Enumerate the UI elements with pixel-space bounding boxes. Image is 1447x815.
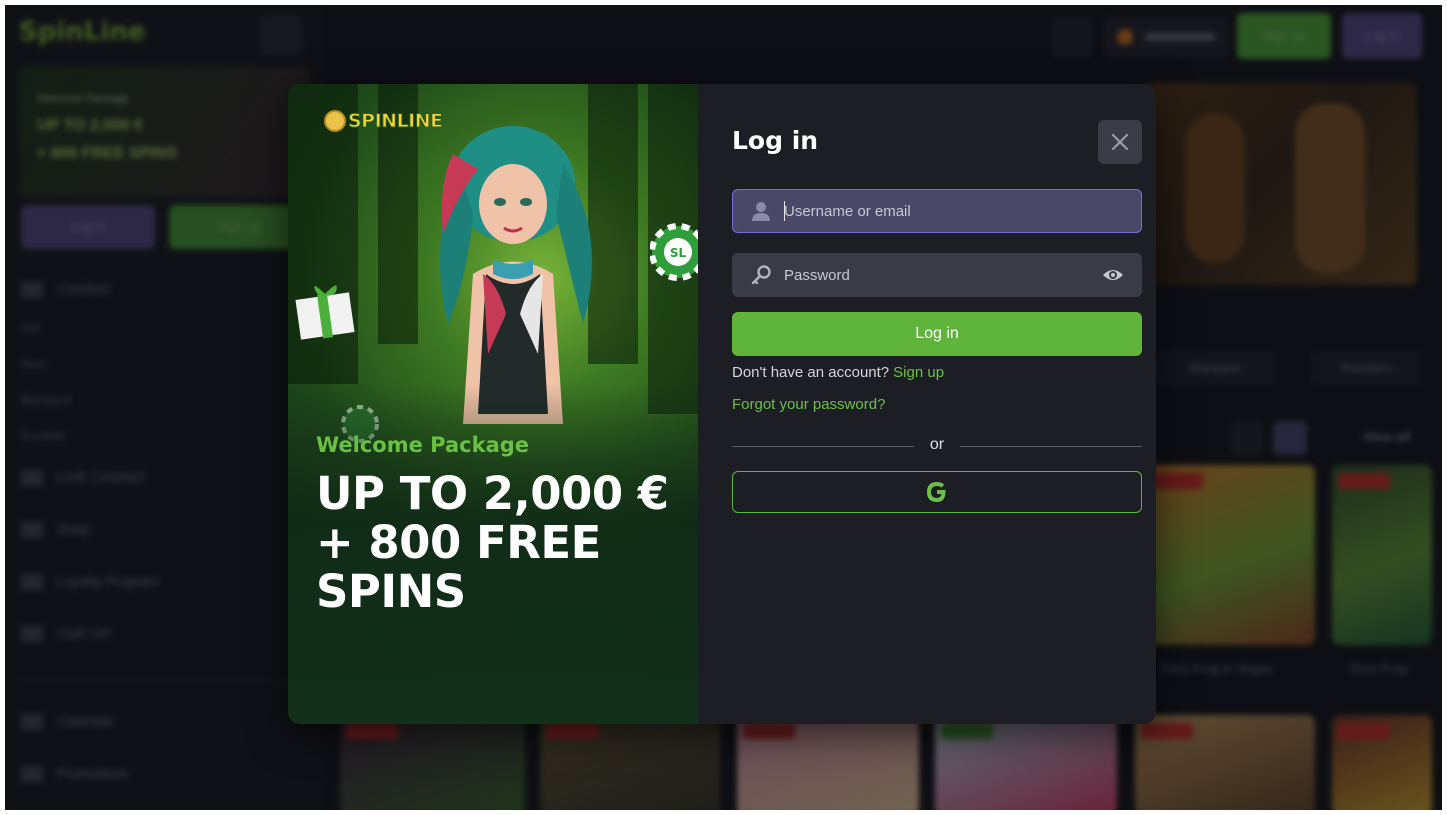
- key-icon: [751, 265, 771, 285]
- divider-label: or: [929, 436, 945, 453]
- modal-title: Log in: [732, 126, 819, 155]
- spinline-logo: SPINLINE: [324, 110, 444, 133]
- google-g-icon: [927, 482, 946, 502]
- signup-link[interactable]: Sign up: [893, 364, 944, 381]
- signup-prompt: Don't have an account? Sign up: [732, 364, 944, 381]
- promo-subtitle: Welcome Package: [316, 433, 530, 457]
- app-frame: SpinLine Welcome Package UP TO 2,000 € +…: [5, 5, 1442, 810]
- divider-line: [732, 446, 914, 447]
- login-submit-button[interactable]: Log in: [732, 312, 1142, 356]
- no-account-text: Don't have an account?: [732, 364, 890, 381]
- svg-text:SL: SL: [670, 246, 687, 260]
- casino-chip-icon: SL: [650, 223, 698, 281]
- promo-panel: SL SPINLINE Welcome Package UP TO 2,000 …: [288, 84, 698, 724]
- show-password-icon[interactable]: [1102, 266, 1124, 284]
- login-modal: SL SPINLINE Welcome Package UP TO 2,000 …: [288, 84, 1156, 724]
- promo-headline: UP TO 2,000 € + 800 FREE SPINS: [316, 467, 669, 618]
- login-form-panel: Log in Username or email Log in Don't ha…: [698, 84, 1156, 724]
- password-field[interactable]: [732, 253, 1142, 297]
- gift-box-icon: [295, 285, 355, 340]
- forgot-password-link[interactable]: Forgot your password?: [732, 396, 885, 413]
- username-field[interactable]: [732, 189, 1142, 233]
- close-icon: [1111, 133, 1129, 151]
- close-button[interactable]: [1098, 120, 1142, 164]
- divider-line: [960, 446, 1142, 447]
- logo-text: SPINLINE: [348, 110, 444, 133]
- password-input[interactable]: [784, 253, 1084, 297]
- user-icon: [752, 202, 770, 221]
- coin-icon: [324, 110, 346, 132]
- username-input[interactable]: [784, 189, 1084, 233]
- google-login-button[interactable]: [732, 471, 1142, 513]
